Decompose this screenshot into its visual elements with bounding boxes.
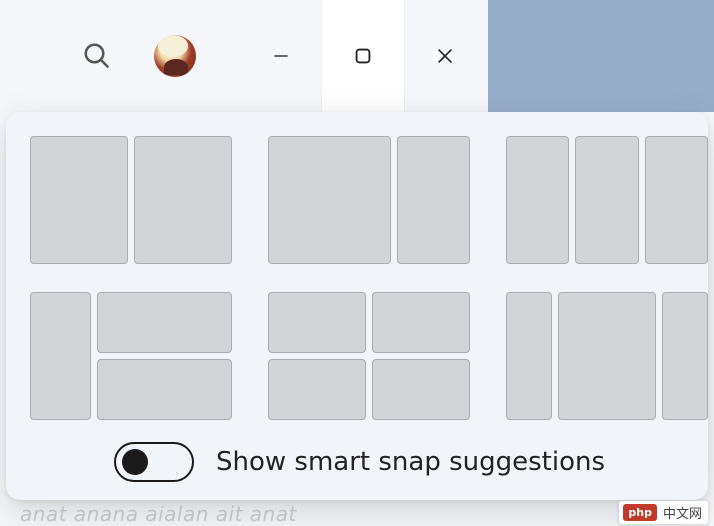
smart-snap-toggle[interactable] xyxy=(114,442,194,482)
snap-zone xyxy=(645,136,708,264)
watermark-text: 中文网 xyxy=(663,503,702,522)
snap-zone xyxy=(268,136,391,264)
snap-zone xyxy=(30,292,91,420)
snap-zone xyxy=(558,292,655,420)
minimize-button[interactable] xyxy=(240,0,322,112)
snap-layout-option[interactable] xyxy=(506,136,708,264)
snap-layout-option[interactable] xyxy=(268,292,470,420)
watermark-badge: php xyxy=(623,504,657,521)
watermark: php 中文网 xyxy=(619,501,708,524)
snap-footer: Show smart snap suggestions xyxy=(114,442,684,482)
toggle-knob xyxy=(122,449,148,475)
snap-layouts-grid xyxy=(30,136,684,420)
snap-zone xyxy=(30,136,128,264)
snap-layout-option[interactable] xyxy=(506,292,708,420)
smart-snap-label: Show smart snap suggestions xyxy=(216,447,605,477)
snap-zone xyxy=(372,359,470,420)
close-button[interactable] xyxy=(404,0,486,112)
snap-zone xyxy=(662,292,708,420)
snap-zone xyxy=(268,292,366,353)
background-text: anat anana aialan ait anat xyxy=(20,502,297,526)
snap-zone xyxy=(506,136,569,264)
snap-zone xyxy=(134,136,232,264)
snap-layout-option[interactable] xyxy=(268,136,470,264)
snap-layouts-panel: Show smart snap suggestions xyxy=(6,112,708,500)
snap-layout-option[interactable] xyxy=(30,136,232,264)
snap-zone xyxy=(575,136,638,264)
title-bar-right-pane xyxy=(488,0,714,112)
snap-zone xyxy=(97,292,232,353)
snap-zone xyxy=(397,136,470,264)
window-controls xyxy=(240,0,486,112)
snap-zone xyxy=(268,359,366,420)
snap-zone xyxy=(97,359,232,420)
snap-zone xyxy=(506,292,552,420)
title-bar xyxy=(0,0,714,112)
snap-layout-option[interactable] xyxy=(30,292,232,420)
search-icon[interactable] xyxy=(80,39,114,73)
maximize-button[interactable] xyxy=(322,0,404,112)
snap-zone xyxy=(372,292,470,353)
avatar[interactable] xyxy=(154,35,196,77)
